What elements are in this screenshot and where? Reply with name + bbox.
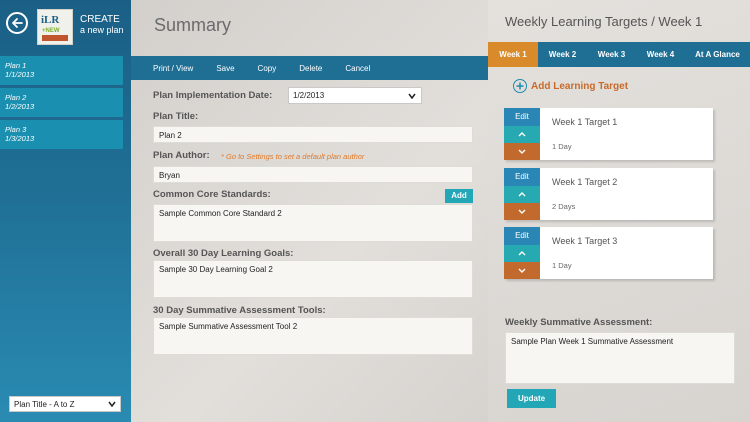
plan-name: Plan 2 (5, 93, 27, 102)
tab-week-2[interactable]: Week 2 (538, 42, 587, 67)
delete-button[interactable]: Delete (299, 64, 322, 73)
weekly-panel: Weekly Learning Targets / Week 1 Week 1 … (488, 0, 750, 422)
copy-button[interactable]: Copy (258, 64, 277, 73)
target-name: Week 1 Target 1 (552, 117, 618, 127)
target-name: Week 1 Target 3 (552, 236, 618, 246)
plan-date: 1/1/2013 (5, 70, 35, 79)
impl-date-value: 1/2/2013 (293, 91, 325, 100)
learning-target-card: Edit Week 1 Target 2 2 Days (504, 168, 713, 220)
create-plan-button[interactable]: CREATE a new plan (80, 14, 124, 36)
tab-week-4[interactable]: Week 4 (636, 42, 685, 67)
add-learning-target-label: Add Learning Target (531, 80, 629, 92)
save-button[interactable]: Save (216, 64, 234, 73)
goals-field[interactable]: Sample 30 Day Learning Goal 2 (153, 260, 473, 298)
chevron-up-icon (518, 192, 526, 197)
plan-list: Plan 1 1/1/2013 Plan 2 1/2/2013 Plan 3 1… (0, 56, 123, 152)
edit-target-button[interactable]: Edit (504, 227, 540, 245)
plan-name: Plan 3 (5, 125, 27, 134)
move-up-button[interactable] (504, 186, 540, 203)
impl-date-dropdown[interactable]: 1/2/2013 (288, 87, 422, 104)
logo-badge: +NEW (42, 28, 60, 34)
edit-target-button[interactable]: Edit (504, 108, 540, 126)
add-standard-button[interactable]: Add (445, 189, 473, 203)
ccs-field[interactable]: Sample Common Core Standard 2 (153, 204, 473, 242)
plan-list-item[interactable]: Plan 1 1/1/2013 (0, 56, 123, 85)
weekly-assessment-field[interactable]: Sample Plan Week 1 Summative Assessment (505, 332, 735, 384)
target-name: Week 1 Target 2 (552, 177, 618, 187)
create-label: CREATE (80, 14, 120, 25)
plan-name: Plan 1 (5, 61, 27, 70)
print-view-button[interactable]: Print / View (153, 64, 193, 73)
chevron-down-icon (518, 268, 526, 273)
author-hint: * Go to Settings to set a default plan a… (221, 152, 365, 161)
logo-text: iLR (41, 14, 60, 26)
plan-list-item[interactable]: Plan 2 1/2/2013 (0, 88, 123, 117)
move-up-button[interactable] (504, 126, 540, 143)
learning-target-card: Edit Week 1 Target 1 1 Day (504, 108, 713, 160)
goals-label: Overall 30 Day Learning Goals: (153, 248, 294, 259)
target-duration: 1 Day (552, 142, 572, 151)
chevron-down-icon (108, 401, 116, 407)
page-title: Summary (154, 15, 232, 35)
summary-panel: Summary Print / View Save Copy Delete Ca… (131, 0, 488, 422)
summary-toolbar: Print / View Save Copy Delete Cancel (131, 56, 488, 80)
edit-target-button[interactable]: Edit (504, 168, 540, 186)
tab-week-1[interactable]: Week 1 (488, 42, 538, 67)
tab-week-3[interactable]: Week 3 (587, 42, 636, 67)
target-duration: 2 Days (552, 202, 576, 211)
plan-title-field[interactable]: Plan 2 (153, 126, 473, 143)
ccs-label: Common Core Standards: (153, 189, 271, 200)
app-logo[interactable]: iLR +NEW (37, 9, 73, 45)
create-sublabel: a new plan (80, 25, 124, 35)
sidebar: iLR +NEW CREATE a new plan Plan 1 1/1/20… (0, 0, 131, 422)
weekly-title: Weekly Learning Targets / Week 1 (505, 14, 703, 29)
tab-at-a-glance[interactable]: At A Glance (685, 42, 750, 67)
target-duration: 1 Day (552, 261, 572, 270)
back-button[interactable] (6, 12, 28, 34)
chevron-down-icon (518, 149, 526, 154)
plan-title-label: Plan Title: (153, 111, 199, 122)
chevron-down-icon (518, 209, 526, 214)
weekly-assessment-label: Weekly Summative Assessment: (505, 317, 653, 328)
chevron-up-icon (518, 251, 526, 256)
author-field[interactable]: Bryan (153, 166, 473, 183)
move-down-button[interactable] (504, 262, 540, 279)
plan-list-item[interactable]: Plan 3 1/3/2013 (0, 120, 123, 149)
week-tabs: Week 1 Week 2 Week 3 Week 4 At A Glance (488, 42, 750, 67)
arrow-left-icon (12, 18, 23, 28)
tools-label: 30 Day Summative Assessment Tools: (153, 305, 326, 316)
plan-date: 1/3/2013 (5, 134, 35, 143)
add-learning-target-button[interactable]: Add Learning Target (513, 79, 628, 93)
update-button[interactable]: Update (507, 389, 556, 408)
impl-date-label: Plan Implementation Date: (153, 90, 273, 101)
move-up-button[interactable] (504, 245, 540, 262)
cancel-button[interactable]: Cancel (345, 64, 370, 73)
move-down-button[interactable] (504, 203, 540, 220)
chevron-up-icon (518, 132, 526, 137)
tools-field[interactable]: Sample Summative Assessment Tool 2 (153, 317, 473, 355)
chevron-down-icon (408, 93, 416, 99)
author-label: Plan Author: (153, 150, 210, 161)
move-down-button[interactable] (504, 143, 540, 160)
plus-circle-icon (513, 79, 527, 93)
plan-date: 1/2/2013 (5, 102, 35, 111)
logo-stripe (42, 35, 68, 41)
sort-value: Plan Title - A to Z (14, 400, 75, 409)
sort-dropdown[interactable]: Plan Title - A to Z (9, 396, 121, 412)
learning-target-card: Edit Week 1 Target 3 1 Day (504, 227, 713, 279)
